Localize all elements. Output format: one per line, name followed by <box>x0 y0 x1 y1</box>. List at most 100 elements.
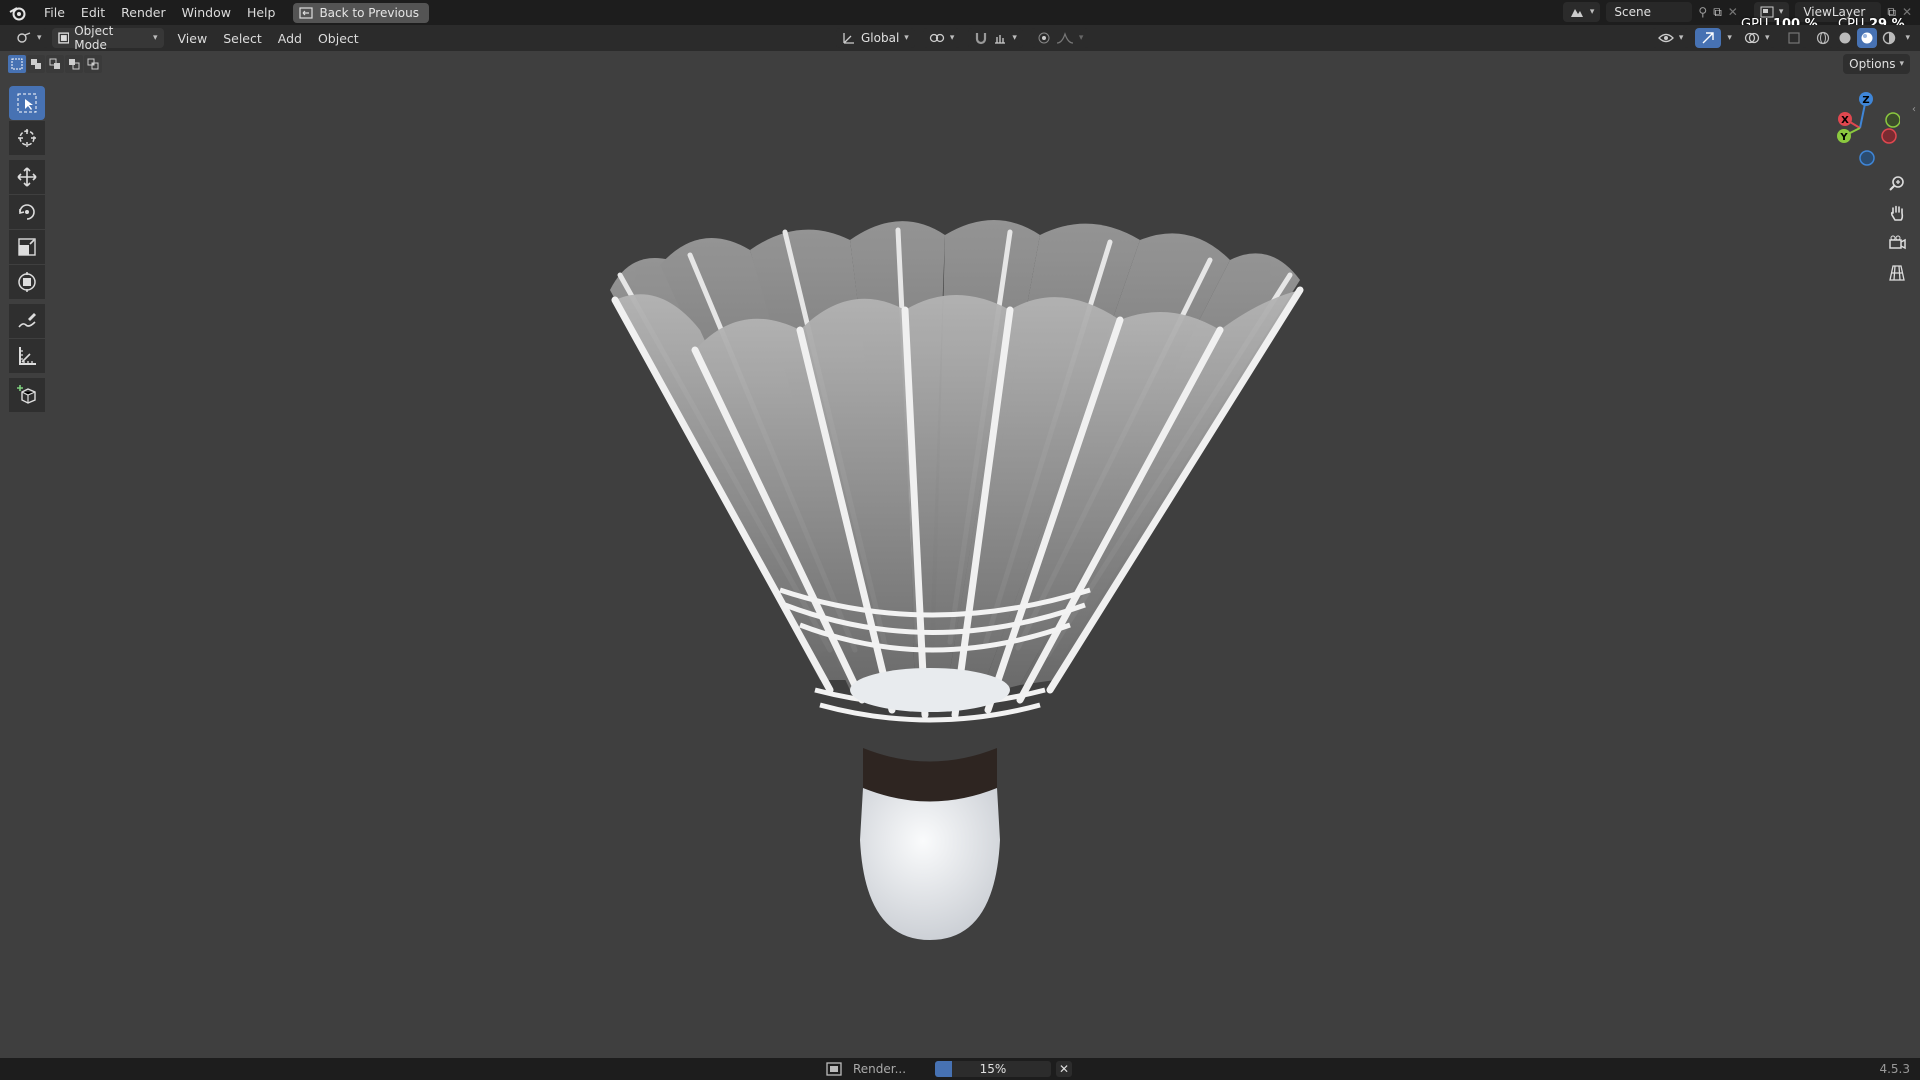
menu-window[interactable]: Window <box>174 5 239 20</box>
rotate-icon <box>19 204 35 220</box>
selection-mode-group <box>8 55 102 73</box>
move-tool[interactable] <box>9 160 45 194</box>
gizmo-neg-y-dot[interactable] <box>1885 112 1900 128</box>
annotate-tool[interactable] <box>9 304 45 338</box>
top-bar: File Edit Render Window Help Back to Pre… <box>0 0 1920 25</box>
transform-orientation-dropdown[interactable]: Global ▾ <box>836 28 915 48</box>
menu-add[interactable]: Add <box>270 31 310 46</box>
cursor-tool[interactable] <box>9 121 45 155</box>
new-scene-icon[interactable]: ⧉ <box>1713 5 1722 20</box>
menu-edit[interactable]: Edit <box>73 5 113 20</box>
menu-object[interactable]: Object <box>310 31 367 46</box>
sidebar-toggle-icon[interactable]: ‹ <box>1912 104 1920 118</box>
cursor-icon <box>18 129 36 147</box>
grid-perspective-icon <box>1889 265 1905 281</box>
menu-render[interactable]: Render <box>113 5 174 20</box>
pivot-point-dropdown[interactable]: ▾ <box>922 28 961 48</box>
mode-label: Object Mode <box>74 24 114 52</box>
solid-shading-button[interactable] <box>1835 28 1856 48</box>
cancel-render-button[interactable]: ✕ <box>1056 1061 1072 1077</box>
orientation-global-icon <box>843 33 854 44</box>
gizmo-z-label: Z <box>1862 95 1869 106</box>
select-invert-icon[interactable] <box>65 55 83 73</box>
options-dropdown[interactable]: Options ▾ <box>1843 54 1910 74</box>
select-intersect-icon[interactable] <box>84 55 102 73</box>
back-to-previous-label: Back to Previous <box>319 5 419 20</box>
render-status-label: Render... <box>853 1062 907 1076</box>
render-window-icon <box>826 1062 842 1076</box>
editor-type-button[interactable]: ▾ <box>10 28 48 48</box>
camera-view-button[interactable] <box>1884 230 1910 256</box>
shading-dropdown-icon[interactable]: ▾ <box>1905 33 1910 43</box>
back-to-previous-button[interactable]: Back to Previous <box>293 2 429 23</box>
pivot-icon <box>929 33 944 43</box>
object-mode-icon <box>57 32 69 44</box>
measure-tool[interactable] <box>9 339 45 373</box>
zoom-icon <box>1889 176 1904 191</box>
zoom-view-button[interactable] <box>1884 170 1910 196</box>
wireframe-sphere-icon <box>1817 31 1830 45</box>
scene-name-field[interactable]: Scene <box>1606 2 1693 22</box>
scene-name-label: Scene <box>1614 5 1651 19</box>
hand-icon <box>1890 205 1904 221</box>
blender-logo-icon[interactable] <box>0 5 36 21</box>
viewport-header: ▾ Object Mode ▾ View Select Add Object G… <box>0 24 1920 52</box>
camera-icon <box>1889 235 1906 250</box>
add-cube-tool[interactable] <box>9 378 45 412</box>
visibility-dropdown[interactable]: ▾ <box>1651 28 1690 48</box>
shuttlecock-model[interactable] <box>600 220 1370 940</box>
pan-view-button[interactable] <box>1884 200 1910 226</box>
gizmo-icon <box>1702 32 1715 44</box>
wireframe-shading-button[interactable] <box>1813 28 1834 48</box>
orientation-label: Global <box>861 31 900 45</box>
fullscreen-back-icon <box>299 6 314 19</box>
transform-icon <box>18 272 36 292</box>
gizmo-y-label: Y <box>1839 132 1848 143</box>
tool-shelf <box>8 86 46 413</box>
material-sphere-icon <box>1861 32 1873 44</box>
navigation-gizmo[interactable]: X Y Z <box>1814 86 1900 172</box>
eye-icon <box>1657 33 1674 43</box>
render-progress-bar: 15% <box>935 1061 1051 1077</box>
rendered-sphere-icon <box>1883 31 1896 45</box>
proportional-editing-toggle[interactable]: ▾ <box>1030 28 1090 48</box>
magnet-icon <box>976 33 987 45</box>
xray-toggle[interactable] <box>1781 28 1808 48</box>
solid-sphere-icon <box>1839 32 1851 44</box>
transform-tool[interactable] <box>9 265 45 299</box>
menu-help[interactable]: Help <box>239 5 284 20</box>
select-subtract-icon[interactable] <box>46 55 64 73</box>
object-mode-dropdown[interactable]: Object Mode ▾ <box>51 24 164 52</box>
scene-selector-icon[interactable]: ▾ <box>1562 2 1601 22</box>
menu-view[interactable]: View <box>170 31 216 46</box>
material-preview-shading-button[interactable] <box>1857 28 1878 48</box>
rotate-tool[interactable] <box>9 195 45 229</box>
snap-toggle[interactable]: ▾ <box>968 28 1023 48</box>
snap-increment-icon <box>995 35 1006 44</box>
gizmo-neg-z-dot[interactable] <box>1859 150 1875 166</box>
gizmo-neg-x-dot[interactable] <box>1881 128 1897 144</box>
toggle-perspective-button[interactable] <box>1884 260 1910 286</box>
select-new-icon[interactable] <box>8 55 26 73</box>
add-cube-icon <box>17 385 36 404</box>
gizmo-toggle[interactable] <box>1695 28 1722 48</box>
menu-select[interactable]: Select <box>215 31 270 46</box>
annotate-pencil-icon <box>18 313 36 328</box>
delete-scene-icon[interactable]: ✕ <box>1728 5 1738 19</box>
ruler-icon <box>19 347 36 365</box>
shading-mode-group <box>1813 28 1900 48</box>
menu-file[interactable]: File <box>36 5 73 20</box>
version-label: 4.5.3 <box>1879 1062 1910 1076</box>
select-box-tool[interactable] <box>9 86 45 120</box>
gizmo-x-label: X <box>1841 115 1849 126</box>
select-extend-icon[interactable] <box>27 55 45 73</box>
gizmo-dropdown-icon[interactable]: ▾ <box>1727 33 1732 43</box>
select-box-icon <box>17 93 37 113</box>
3d-viewport-icon <box>17 32 31 43</box>
scale-icon <box>18 238 36 256</box>
scale-tool[interactable] <box>9 230 45 264</box>
proportional-edit-icon <box>1038 32 1050 44</box>
pin-icon[interactable]: ⚲ <box>1698 5 1707 19</box>
rendered-shading-button[interactable] <box>1879 28 1900 48</box>
overlays-toggle[interactable]: ▾ <box>1737 28 1776 48</box>
